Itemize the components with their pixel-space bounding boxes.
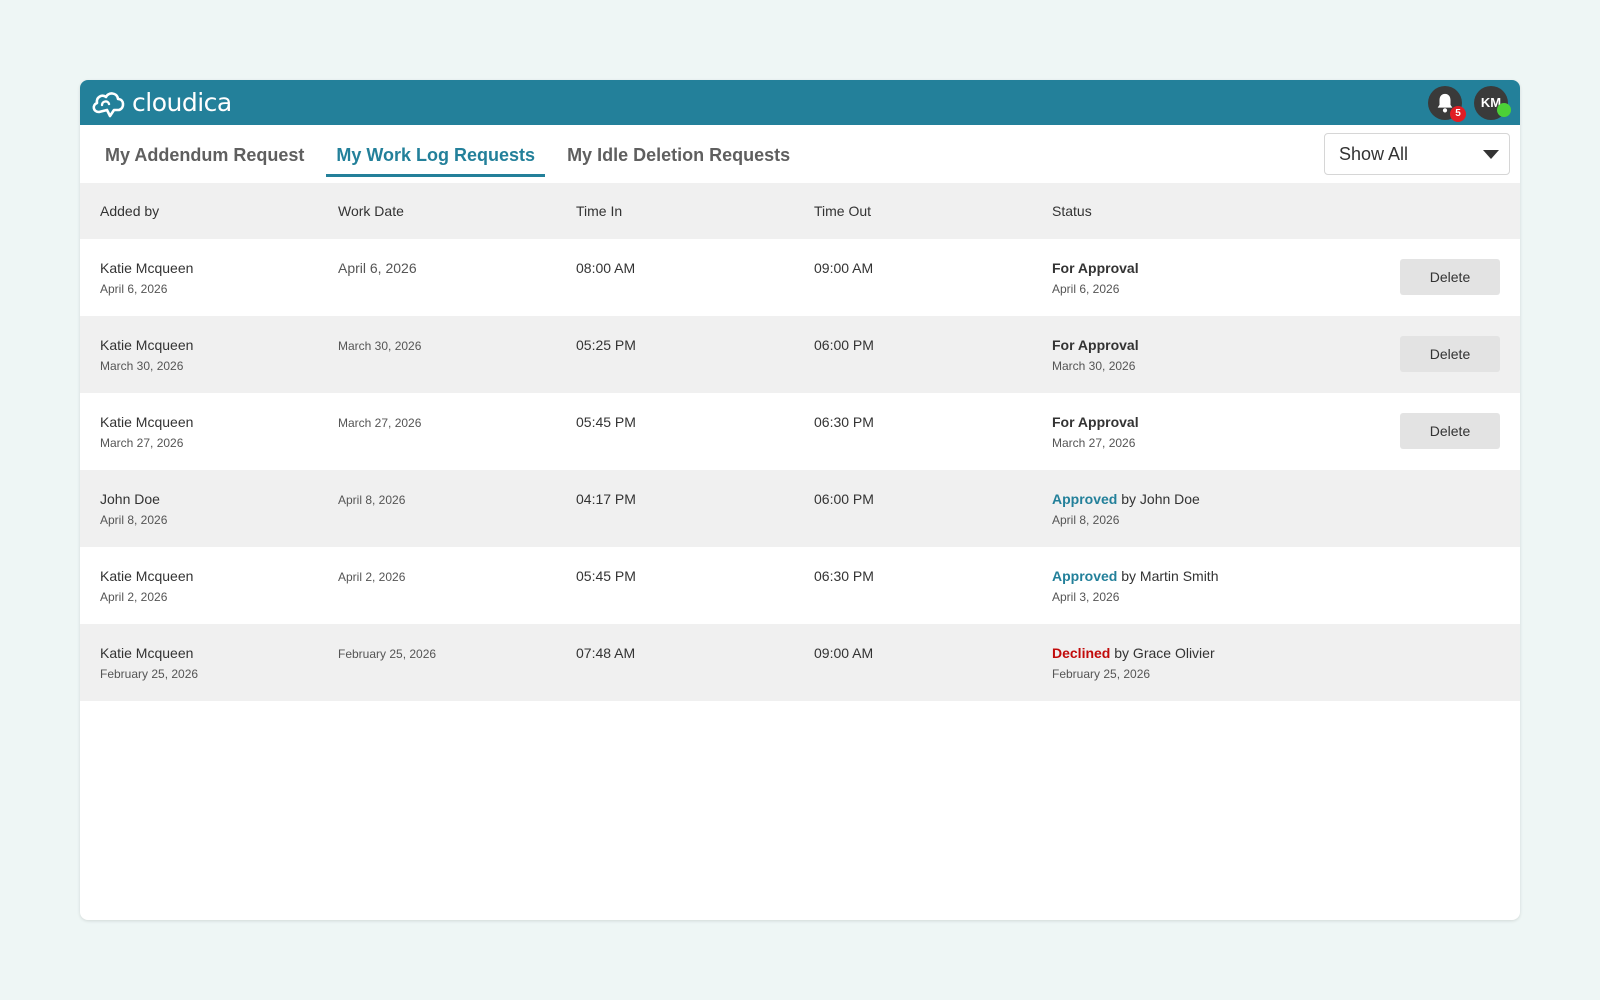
status-by: by Martin Smith: [1121, 568, 1219, 584]
added-date: April 2, 2026: [100, 590, 168, 604]
brand-name: cloudica: [132, 88, 232, 117]
top-bar: cloudica 5 KM: [80, 80, 1520, 125]
added-date: March 27, 2026: [100, 436, 184, 450]
app-window: cloudica 5 KM My Addendum Request My Wor…: [80, 80, 1520, 920]
work-date: March 27, 2026: [338, 416, 422, 430]
work-date: February 25, 2026: [338, 647, 437, 661]
column-header-status[interactable]: Status: [1032, 183, 1352, 239]
column-header-added-by[interactable]: Added by: [80, 183, 318, 239]
added-date: April 6, 2026: [100, 282, 168, 296]
table-row: Katie Mcqueen March 27, 2026 March 27, 20…: [80, 393, 1520, 470]
status-filter-value: Show All: [1339, 143, 1409, 164]
status-date: April 8, 2026: [1052, 513, 1120, 527]
status-date: March 30, 2026: [1052, 359, 1136, 373]
time-in: 05:25 PM: [576, 337, 636, 353]
added-by-name: Katie Mcqueen: [100, 337, 194, 353]
status-date: April 3, 2026: [1052, 590, 1120, 604]
tab-addendum-requests[interactable]: My Addendum Request: [95, 137, 314, 177]
table-row: Katie Mcqueen February 25, 2026 February …: [80, 624, 1520, 701]
status-label: For Approval: [1052, 414, 1139, 430]
status-label: Approved: [1052, 568, 1118, 584]
added-by-name: John Doe: [100, 491, 160, 507]
added-date: February 25, 2026: [100, 667, 199, 681]
notifications-button[interactable]: 5: [1428, 85, 1466, 122]
work-date: April 2, 2026: [338, 570, 406, 584]
column-header-time-in[interactable]: Time In: [556, 183, 794, 239]
work-date: March 30, 2026: [338, 339, 422, 353]
brand-logo[interactable]: cloudica: [90, 88, 232, 118]
request-tabs: My Addendum Request My Work Log Requests…: [95, 125, 812, 183]
column-header-time-out[interactable]: Time Out: [794, 183, 1032, 239]
time-out: 06:30 PM: [814, 414, 874, 430]
status-label: For Approval: [1052, 260, 1139, 276]
tabs-row: My Addendum Request My Work Log Requests…: [80, 125, 1520, 183]
table-row: Katie Mcqueen April 2, 2026 April 2, 2026…: [80, 547, 1520, 624]
status-date: April 6, 2026: [1052, 282, 1120, 296]
tab-work-log-requests[interactable]: My Work Log Requests: [326, 137, 546, 177]
status-label: For Approval: [1052, 337, 1139, 353]
tab-idle-deletion-requests[interactable]: My Idle Deletion Requests: [557, 137, 800, 177]
time-out: 09:00 AM: [814, 260, 874, 276]
online-status-indicator: [1497, 102, 1511, 117]
status-by: by Grace Olivier: [1114, 645, 1215, 661]
added-date: April 8, 2026: [100, 513, 168, 527]
status-label: Declined: [1052, 645, 1111, 661]
status-date: February 25, 2026: [1052, 667, 1151, 681]
time-out: 06:00 PM: [814, 491, 874, 507]
table-row: Katie Mcqueen March 30, 2026 March 30, 20…: [80, 316, 1520, 393]
time-in: 08:00 AM: [576, 260, 636, 276]
delete-button[interactable]: Delete: [1400, 259, 1500, 295]
time-in: 05:45 PM: [576, 568, 636, 584]
table-row: Katie Mcqueen April 6, 2026 April 6, 2026…: [80, 239, 1520, 316]
added-date: March 30, 2026: [100, 359, 184, 373]
status-label: Approved: [1052, 491, 1118, 507]
time-out: 06:00 PM: [814, 337, 874, 353]
time-out: 09:00 AM: [814, 645, 874, 661]
work-date: April 6, 2026: [338, 260, 417, 276]
chevron-down-icon: [1483, 149, 1499, 159]
column-header-work-date[interactable]: Work Date: [318, 183, 556, 239]
time-in: 04:17 PM: [576, 491, 636, 507]
top-bar-actions: 5 KM: [1428, 85, 1511, 122]
notification-count-badge: 5: [1450, 105, 1466, 122]
added-by-name: Katie Mcqueen: [100, 568, 194, 584]
added-by-name: Katie Mcqueen: [100, 645, 194, 661]
delete-button[interactable]: Delete: [1400, 413, 1500, 449]
user-avatar[interactable]: KM: [1474, 85, 1511, 120]
status-filter-select[interactable]: Show All: [1324, 133, 1510, 175]
added-by-name: Katie Mcqueen: [100, 260, 194, 276]
column-header-actions: [1352, 183, 1520, 239]
time-in: 07:48 AM: [576, 645, 636, 661]
time-out: 06:30 PM: [814, 568, 874, 584]
delete-button[interactable]: Delete: [1400, 336, 1500, 372]
time-in: 05:45 PM: [576, 414, 636, 430]
work-date: April 8, 2026: [338, 493, 406, 507]
status-by: by John Doe: [1121, 491, 1200, 507]
work-log-table: Added by Work Date Time In Time Out Stat…: [80, 183, 1520, 701]
added-by-name: Katie Mcqueen: [100, 414, 194, 430]
table-header-row: Added by Work Date Time In Time Out Stat…: [80, 183, 1520, 239]
cloud-icon: [92, 91, 125, 117]
table-row: John Doe April 8, 2026 April 8, 2026 04:1…: [80, 470, 1520, 547]
status-date: March 27, 2026: [1052, 436, 1136, 450]
